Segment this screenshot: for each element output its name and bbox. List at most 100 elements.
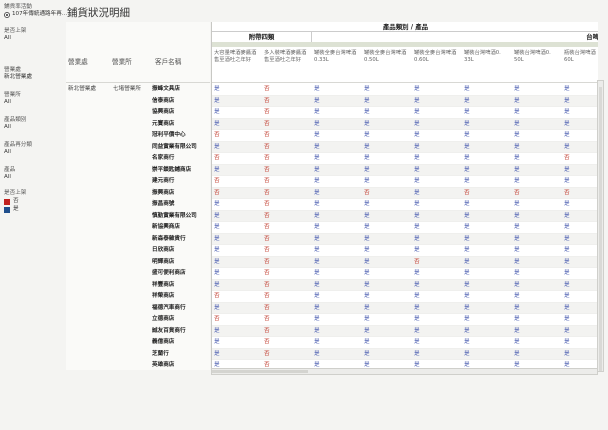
status-cell: 是 <box>314 270 320 276</box>
radio-selected-icon[interactable] <box>4 11 10 18</box>
customer-name: 冠利平價中心 <box>152 132 186 138</box>
launch-filter[interactable]: 是否上架 All <box>4 28 26 42</box>
status-cell: 是 <box>464 350 470 357</box>
table-row: 是否是是是是是是 <box>212 302 598 314</box>
status-cell: 是 <box>564 212 570 219</box>
status-cell: 是 <box>214 86 220 92</box>
status-cell: 是 <box>564 235 570 242</box>
category-header-1: 附帶四類 <box>212 32 312 42</box>
status-cell: 是 <box>514 155 520 161</box>
product-header-divider <box>212 82 598 83</box>
status-cell: 是 <box>514 339 520 345</box>
status-cell: 否 <box>264 212 270 219</box>
status-cell: 是 <box>464 86 470 92</box>
table-row: 否否是是是是是是 <box>212 176 598 188</box>
status-cell: 是 <box>314 166 320 173</box>
office-filter-value[interactable]: All <box>4 99 21 106</box>
region-filter-value[interactable]: 新北營業處 <box>4 74 32 81</box>
launch-filter-value[interactable]: All <box>4 35 26 42</box>
status-cell: 是 <box>314 201 320 207</box>
status-cell: 是 <box>564 109 570 115</box>
customer-name: 盛可便利商店 <box>152 270 186 276</box>
status-cell: 是 <box>364 224 370 230</box>
category-filter[interactable]: 產品類別 All <box>4 117 26 131</box>
customer-column-header: 客戶名稱 <box>155 58 182 66</box>
region-filter[interactable]: 營業處 新北營業處 <box>4 67 32 81</box>
status-cell: 是 <box>314 97 320 104</box>
activity-filter-label: 鋪貨率活動 <box>4 4 32 10</box>
status-cell: 是 <box>464 224 470 230</box>
status-cell: 是 <box>214 224 220 230</box>
product-filter[interactable]: 產品 All <box>4 167 15 181</box>
status-cell: 是 <box>414 201 420 207</box>
horizontal-scrollbar[interactable] <box>211 368 598 375</box>
activity-radio-option[interactable]: 107年傳統通路年再... <box>4 11 67 18</box>
status-cell: 否 <box>264 293 270 299</box>
status-cell: 是 <box>514 132 520 138</box>
customer-name: 名家商行 <box>152 155 175 161</box>
table-row: 是否是是是是是是 <box>212 95 598 107</box>
status-cell: 是 <box>214 258 220 265</box>
status-cell: 是 <box>364 339 370 345</box>
status-cell: 是 <box>314 247 320 253</box>
customer-name: 新協興商店 <box>152 224 180 230</box>
product-filter-value[interactable]: All <box>4 174 15 181</box>
status-cell: 是 <box>364 327 370 334</box>
status-cell: 是 <box>414 281 420 288</box>
table-row: 是否是是是是是是 <box>212 233 598 245</box>
status-cell: 是 <box>514 258 520 265</box>
red-swatch-icon <box>4 198 10 205</box>
status-cell: 是 <box>314 316 320 322</box>
status-cell: 是 <box>214 327 220 334</box>
status-cell: 是 <box>564 293 570 299</box>
status-cell: 是 <box>414 178 420 184</box>
legend-item-yes[interactable]: 是 <box>4 206 26 213</box>
table-row: 是否是是是是是是 <box>212 268 598 280</box>
status-cell: 是 <box>414 120 420 127</box>
status-cell: 是 <box>314 155 320 161</box>
launch-filter-label: 是否上架 <box>4 28 27 34</box>
status-cell: 是 <box>514 120 520 127</box>
status-cell: 是 <box>364 235 370 242</box>
customer-name: 明輝商店 <box>152 258 175 265</box>
customer-name: 新森泰雜貨行 <box>152 235 186 242</box>
legend-item-label: 是 <box>13 206 19 212</box>
status-cell: 是 <box>514 224 520 230</box>
data-rows: 是否是是是是是是是否是是是是是是是否是是是是是是是否是是是是是是否否是是是是是是… <box>212 84 598 370</box>
scroll-thumb[interactable] <box>212 370 308 373</box>
status-cell: 是 <box>514 316 520 322</box>
scroll-thumb[interactable] <box>599 87 602 371</box>
status-cell: 否 <box>264 132 270 138</box>
activity-selected-value: 107年傳統通路年再... <box>12 11 68 17</box>
status-cell: 是 <box>364 166 370 173</box>
status-cell: 是 <box>414 212 420 219</box>
table-row: 是否是是是是是是 <box>212 210 598 222</box>
status-cell: 否 <box>464 189 470 196</box>
status-cell: 否 <box>264 224 270 230</box>
category-filter-value[interactable]: All <box>4 124 26 131</box>
vertical-scrollbar[interactable] <box>597 80 604 372</box>
status-cell: 是 <box>214 339 220 345</box>
status-cell: 是 <box>214 120 220 127</box>
status-cell: 否 <box>564 189 570 196</box>
table-row: 是否是是是是是是 <box>212 164 598 176</box>
legend-item-no[interactable]: 否 <box>4 198 26 205</box>
customer-name: 福德汽車商行 <box>152 304 186 311</box>
status-cell: 是 <box>364 316 370 322</box>
status-cell: 是 <box>314 327 320 334</box>
status-cell: 是 <box>364 258 370 265</box>
status-cell: 是 <box>564 178 570 184</box>
status-cell: 是 <box>314 224 320 230</box>
status-cell: 否 <box>514 189 520 196</box>
status-cell: 是 <box>314 120 320 127</box>
customer-name: 誠友百貨商行 <box>152 327 186 334</box>
color-legend: 是否上架 否 是 <box>4 190 26 213</box>
office-filter[interactable]: 營業所 All <box>4 92 21 106</box>
subcategory-filter[interactable]: 產品再分類 All <box>4 142 32 156</box>
table-row: 是否是是否是是是 <box>212 256 598 268</box>
office-column-header: 營業所 <box>112 58 132 66</box>
status-cell: 是 <box>364 270 370 276</box>
table-row: 否否是是是是是是 <box>212 291 598 303</box>
subcategory-filter-value[interactable]: All <box>4 149 32 156</box>
status-cell: 是 <box>564 143 570 150</box>
